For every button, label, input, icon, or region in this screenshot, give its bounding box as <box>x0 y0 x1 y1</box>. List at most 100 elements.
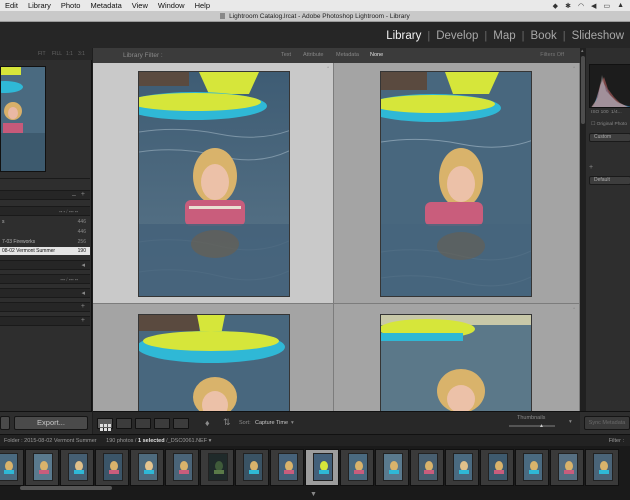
sort-label: Sort: <box>239 420 251 426</box>
grid-cell[interactable]: ▫ <box>334 63 580 304</box>
dropbox-icon[interactable]: ◆ <box>553 2 558 10</box>
filmstrip-thumb[interactable] <box>235 449 269 486</box>
collapse-arrow-icon[interactable]: ◂ <box>81 261 85 269</box>
library-toolbar: ♦ ⇅ Sort: Capture Time ▾ Thumbnails ▲ ▾ <box>93 411 580 434</box>
module-picker-bar: Library | Develop | Map | Book | Slidesh… <box>0 22 630 48</box>
filmstrip-thumb[interactable] <box>445 449 479 486</box>
filmstrip-thumb[interactable] <box>0 449 24 486</box>
bluetooth-icon[interactable]: ✱ <box>565 2 571 10</box>
wifi-icon[interactable]: ◠ <box>578 2 584 10</box>
display-icon[interactable]: ▭ <box>603 2 610 10</box>
add-folder-icon[interactable]: + <box>81 191 85 198</box>
filmstrip-thumb[interactable] <box>375 449 409 486</box>
filmstrip-filter[interactable]: Filter : <box>609 438 624 444</box>
menu-help[interactable]: Help <box>190 1 215 10</box>
filmstrip-thumb[interactable] <box>25 449 59 486</box>
photo-girl-in-lake <box>139 72 289 296</box>
filmstrip-thumb[interactable] <box>130 449 164 486</box>
folder-group-bar[interactable]: ◂ <box>0 288 90 298</box>
survey-view-icon[interactable] <box>154 418 170 429</box>
zoom-1to1[interactable]: 1:1 <box>66 51 73 57</box>
publish-services-header[interactable]: + <box>0 316 90 326</box>
folder-row[interactable]: 446 <box>0 228 90 236</box>
cell-badge-icon: ▫ <box>573 306 575 312</box>
menu-library[interactable]: Library <box>23 1 56 10</box>
menu-metadata[interactable]: Metadata <box>85 1 126 10</box>
filmstrip-thumb[interactable] <box>515 449 549 486</box>
filmstrip-thumb[interactable] <box>60 449 94 486</box>
module-map[interactable]: Map <box>487 30 521 42</box>
folder-row[interactable]: 7-03 Fireworks 256 <box>0 238 90 246</box>
grid-view-icon[interactable] <box>97 418 113 431</box>
export-button[interactable]: Export... <box>14 416 88 430</box>
filmstrip-thumb[interactable] <box>550 449 584 486</box>
collections-header[interactable]: + <box>0 302 90 312</box>
filmstrip-thumb[interactable] <box>480 449 514 486</box>
import-button[interactable] <box>0 416 10 430</box>
painter-icon[interactable]: ♦ <box>205 418 210 428</box>
filmstrip-toggle-icon[interactable]: ▼ <box>310 491 317 498</box>
folder-group-bar[interactable]: ◂ <box>0 260 90 270</box>
people-view-icon[interactable] <box>173 418 189 429</box>
sync-metadata-button[interactable]: Sync Metadata <box>584 416 630 430</box>
menu-window[interactable]: Window <box>153 1 190 10</box>
folder-name: 08-02 Vermont Summer <box>2 248 56 254</box>
original-photo-checkbox[interactable]: ☐ Original Photo <box>591 122 627 127</box>
volume-icon[interactable]: ◀ <box>591 2 596 10</box>
grid-cell[interactable] <box>93 304 334 411</box>
collapse-icon[interactable]: – <box>72 192 76 199</box>
module-slideshow[interactable]: Slideshow <box>566 30 630 42</box>
window-title: Lightroom Catalog.lrcat - Adobe Photosho… <box>0 11 630 22</box>
sort-direction-icon[interactable]: ⇅ <box>223 417 231 428</box>
chevron-down-icon[interactable]: ▾ <box>209 438 212 444</box>
add-icon[interactable]: + <box>589 164 593 171</box>
grid-cell[interactable]: ▫ <box>334 304 580 411</box>
module-book[interactable]: Book <box>525 30 563 42</box>
scrollbar-thumb[interactable] <box>581 56 585 124</box>
menu-photo[interactable]: Photo <box>56 1 86 10</box>
folder-row-selected[interactable]: 08-02 Vermont Summer 190 <box>0 247 90 255</box>
loupe-view-icon[interactable] <box>116 418 132 429</box>
metadata-preset-dropdown[interactable]: Default <box>589 176 630 185</box>
grid-cell-selected[interactable]: ▫ <box>93 63 334 304</box>
saved-preset-dropdown[interactable]: Custom <box>589 133 630 142</box>
slider-handle[interactable]: ▲ <box>539 423 544 429</box>
filmstrip-thumb[interactable] <box>270 449 304 486</box>
filter-tab-attribute[interactable]: Attribute <box>303 52 323 58</box>
chevron-down-icon[interactable]: ▾ <box>291 420 294 426</box>
sort-dropdown[interactable]: Capture Time <box>255 420 288 426</box>
menu-view[interactable]: View <box>127 1 153 10</box>
collapse-arrow-icon[interactable]: ◂ <box>81 289 85 297</box>
compare-view-icon[interactable] <box>135 418 151 429</box>
scroll-up-icon[interactable]: ▴ <box>581 48 584 54</box>
module-develop[interactable]: Develop <box>430 30 484 42</box>
thumbnail-size-slider[interactable]: ▲ <box>509 423 555 429</box>
folder-row[interactable]: s 446 <box>0 218 90 226</box>
filmstrip-thumb-selected[interactable] <box>305 449 339 486</box>
airplay-icon[interactable]: ▲ <box>617 2 624 10</box>
filter-label: Filter : <box>608 438 624 444</box>
menu-edit[interactable]: Edit <box>0 1 23 10</box>
add-collection-icon[interactable]: + <box>81 303 85 310</box>
module-library[interactable]: Library <box>380 30 427 42</box>
filmstrip-thumb[interactable] <box>95 449 129 486</box>
grid-scrollbar[interactable]: ▴ <box>580 48 586 411</box>
filter-tab-none[interactable]: None <box>370 52 383 58</box>
filmstrip-thumb[interactable] <box>165 449 199 486</box>
folders-header[interactable]: – + <box>0 190 90 200</box>
filmstrip-thumb[interactable] <box>340 449 374 486</box>
filter-presets-dropdown[interactable]: Filters Off <box>540 52 564 58</box>
zoom-fill[interactable]: FILL <box>52 51 62 57</box>
filter-tab-text[interactable]: Text <box>281 52 291 58</box>
filmstrip-thumb[interactable] <box>200 449 234 486</box>
add-publish-icon[interactable]: + <box>81 317 85 324</box>
filmstrip-scrollbar[interactable] <box>20 486 112 490</box>
filmstrip-thumb[interactable] <box>585 449 619 486</box>
navigator-preview[interactable] <box>0 66 46 172</box>
zoom-3to1[interactable]: 3:1 <box>78 51 85 57</box>
filmstrip-thumb[interactable] <box>410 449 444 486</box>
filmstrip-source[interactable]: Folder : 2015-08-02 Vermont Summer 190 p… <box>4 438 211 444</box>
zoom-fit[interactable]: FIT <box>38 51 46 57</box>
filter-tab-metadata[interactable]: Metadata <box>336 52 359 58</box>
toolbar-menu-icon[interactable]: ▾ <box>569 419 572 425</box>
